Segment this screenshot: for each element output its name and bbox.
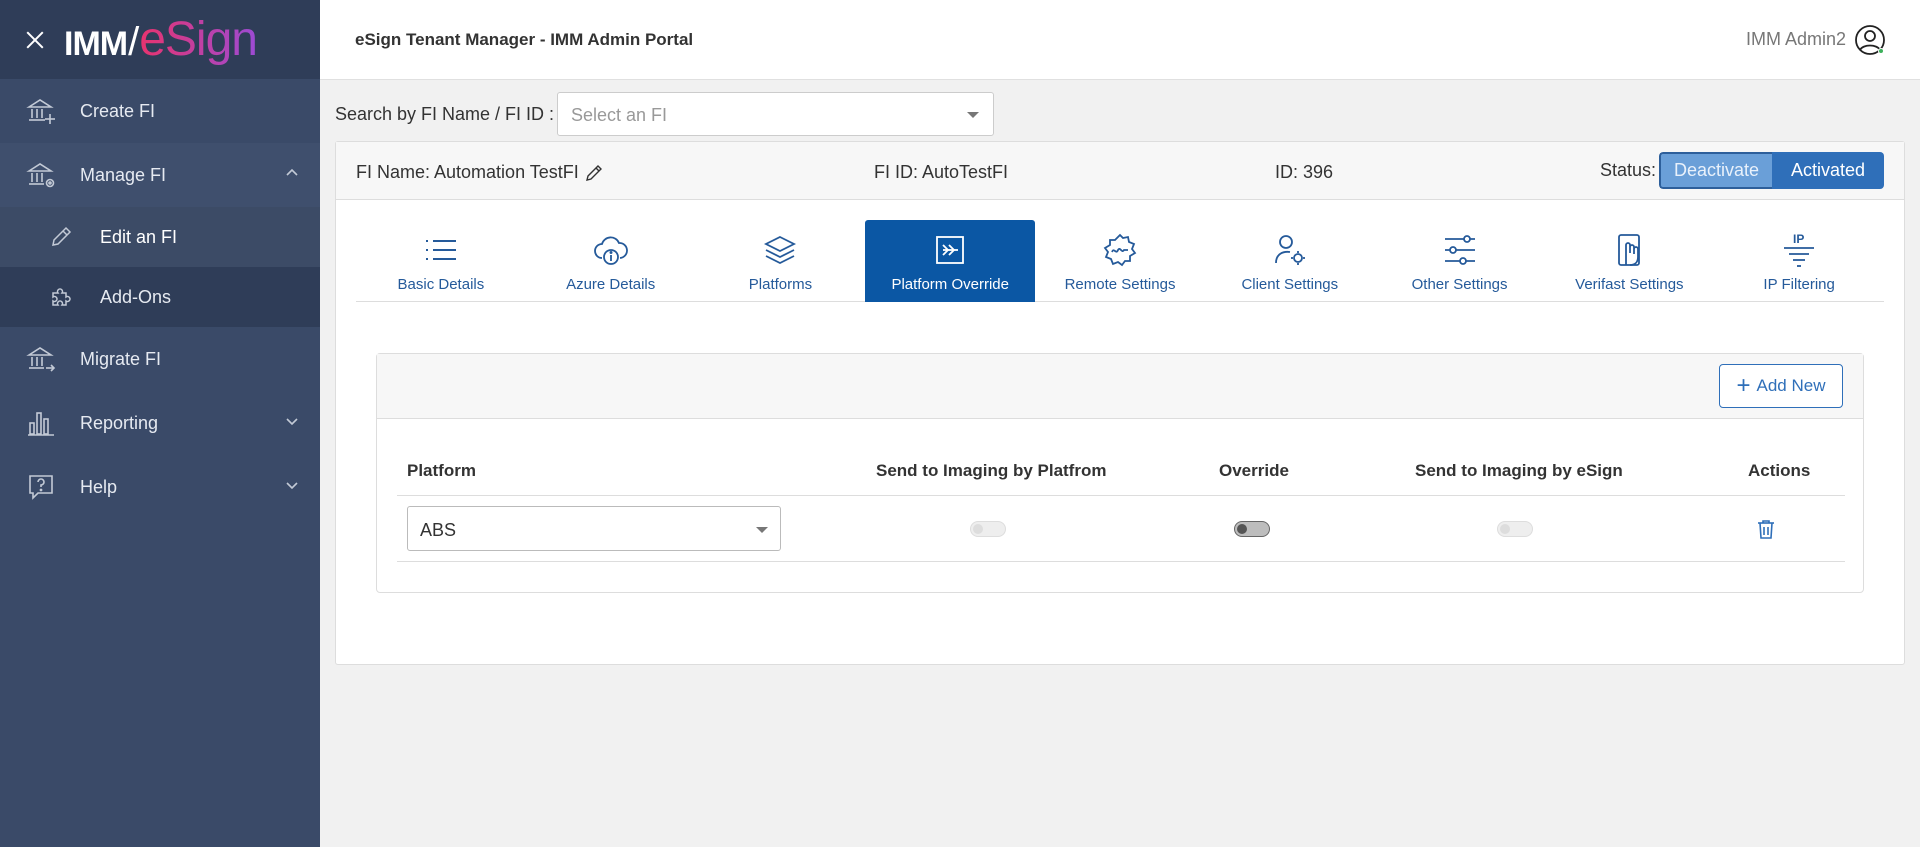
override-table: Platform Send to Imaging by Platfrom Ove… <box>397 444 1845 562</box>
col-send-by-esign: Send to Imaging by eSign <box>1415 461 1623 480</box>
tab-label: IP Filtering <box>1763 276 1835 293</box>
fi-name: FI Name: Automation TestFI <box>356 162 579 182</box>
col-override: Override <box>1219 461 1289 480</box>
user-avatar-icon[interactable] <box>1854 24 1886 56</box>
card-header: + Add New <box>377 354 1863 419</box>
sidebar-item-label: Migrate FI <box>80 348 162 369</box>
app-logo: IMM / eSign <box>64 12 258 67</box>
fi-select-dropdown[interactable]: Select an FI <box>557 92 994 136</box>
tab-label: Platforms <box>748 276 813 293</box>
tab-remote-settings[interactable]: Remote Settings <box>1035 220 1205 302</box>
bank-plus-icon <box>26 96 56 126</box>
page-title: eSign Tenant Manager - IMM Admin Portal <box>355 30 694 49</box>
tab-label: Azure Details <box>566 276 656 293</box>
send-by-platform-toggle[interactable] <box>970 521 1006 537</box>
tab-label: Verifast Settings <box>1575 276 1684 293</box>
tab-label: Other Settings <box>1411 276 1508 293</box>
sidebar-item-help[interactable]: Help <box>0 455 320 519</box>
tab-platforms[interactable]: Platforms <box>696 220 866 302</box>
caret-down-icon <box>756 527 768 533</box>
chevron-up-icon[interactable] <box>286 167 298 179</box>
layers-icon <box>760 232 800 268</box>
fi-name-group: FI Name: Automation TestFI <box>356 162 603 183</box>
platform-value: ABS <box>420 520 457 540</box>
tab-client-settings[interactable]: Client Settings <box>1205 220 1375 302</box>
platform-override-card: + Add New Platform Send to Imaging by Pl… <box>376 353 1864 593</box>
pencil-icon <box>48 224 74 250</box>
logo-imm-text: IMM <box>64 25 128 63</box>
sidebar-item-label: Help <box>80 476 118 497</box>
sidebar-item-manage-fi[interactable]: Manage FI <box>0 143 320 207</box>
user-gear-icon <box>1270 232 1310 268</box>
chevron-down-icon[interactable] <box>286 415 298 427</box>
close-icon[interactable] <box>24 29 46 51</box>
bar-chart-icon <box>26 408 56 438</box>
cloud-info-icon <box>591 232 631 268</box>
bank-arrow-icon <box>26 344 56 374</box>
settings-tabs: Basic Details Azure Details Platforms Pl… <box>356 220 1884 302</box>
edit-pencil-icon[interactable] <box>585 164 603 182</box>
logo-bar: IMM / eSign <box>0 0 320 79</box>
sidebar-item-label: Create FI <box>80 100 156 121</box>
tab-basic-details[interactable]: Basic Details <box>356 220 526 302</box>
sidebar-item-label: Add-Ons <box>100 286 172 307</box>
sliders-icon <box>1440 232 1480 268</box>
table-header: Platform Send to Imaging by Platfrom Ove… <box>397 444 1845 496</box>
activated-button[interactable]: Activated <box>1772 152 1884 189</box>
send-by-esign-toggle[interactable] <box>1497 521 1533 537</box>
caret-down-icon <box>967 112 979 118</box>
ip-filter-icon: IP <box>1779 232 1819 268</box>
sidebar-item-label: Reporting <box>80 412 159 433</box>
fi-info-bar: FI Name: Automation TestFI FI ID: AutoTe… <box>336 142 1904 200</box>
add-new-label: Add New <box>1756 376 1826 395</box>
sidebar-item-create-fi[interactable]: Create FI <box>0 79 320 143</box>
search-label: Search by FI Name / FI ID : <box>335 104 555 124</box>
platform-select[interactable]: ABS <box>407 506 781 551</box>
sidebar-item-reporting[interactable]: Reporting <box>0 391 320 455</box>
tab-label: Platform Override <box>891 276 1009 293</box>
trash-icon[interactable] <box>1755 518 1777 540</box>
sidebar-item-label: Manage FI <box>80 164 167 185</box>
tab-azure-details[interactable]: Azure Details <box>526 220 696 302</box>
tab-label: Remote Settings <box>1064 276 1176 293</box>
tab-platform-override[interactable]: Platform Override <box>865 220 1036 302</box>
col-actions: Actions <box>1748 461 1811 480</box>
tab-label: Basic Details <box>397 276 485 293</box>
svg-text:IP: IP <box>1793 232 1804 246</box>
table-row: ABS <box>397 496 1845 562</box>
sidebar: IMM / eSign Create FI Manage FI Edit an FI… <box>0 0 320 847</box>
col-send-by-platform: Send to Imaging by Platfrom <box>876 461 1107 480</box>
bank-gear-icon <box>26 160 56 190</box>
puzzle-icon <box>48 284 74 310</box>
list-icon <box>421 232 461 268</box>
override-arrow-icon <box>930 232 970 268</box>
fi-panel: FI Name: Automation TestFI FI ID: AutoTe… <box>335 141 1905 665</box>
sidebar-item-edit-fi[interactable]: Edit an FI <box>0 207 320 267</box>
fi-id: FI ID: AutoTestFI <box>874 162 1009 182</box>
tab-verifast-settings[interactable]: Verifast Settings <box>1544 220 1714 302</box>
hand-phone-icon <box>1609 232 1649 268</box>
status-label: Status: <box>1600 160 1657 180</box>
tab-ip-filtering[interactable]: IP IP Filtering <box>1714 220 1884 302</box>
record-id: ID: 396 <box>1275 162 1334 182</box>
override-toggle[interactable] <box>1234 521 1270 537</box>
col-platform: Platform <box>407 461 476 480</box>
deactivate-button[interactable]: Deactivate <box>1659 152 1772 189</box>
tab-other-settings[interactable]: Other Settings <box>1375 220 1545 302</box>
plus-icon: + <box>1736 372 1751 399</box>
top-header: eSign Tenant Manager - IMM Admin Portal … <box>320 0 1920 80</box>
add-new-button[interactable]: + Add New <box>1719 364 1843 408</box>
sidebar-item-migrate-fi[interactable]: Migrate FI <box>0 327 320 391</box>
logo-esign-text: eSign <box>139 13 258 66</box>
chevron-down-icon[interactable] <box>286 479 298 491</box>
status-toggle: Deactivate Activated <box>1659 152 1884 189</box>
user-name[interactable]: IMM Admin2 <box>1746 29 1846 50</box>
help-chat-icon <box>26 472 56 502</box>
fi-select-placeholder: Select an FI <box>571 105 668 125</box>
sidebar-item-label: Edit an FI <box>100 226 178 247</box>
sidebar-item-add-ons[interactable]: Add-Ons <box>0 267 320 327</box>
logo-slash: / <box>128 20 139 64</box>
signature-gear-icon <box>1100 232 1140 268</box>
tab-label: Client Settings <box>1241 276 1339 293</box>
